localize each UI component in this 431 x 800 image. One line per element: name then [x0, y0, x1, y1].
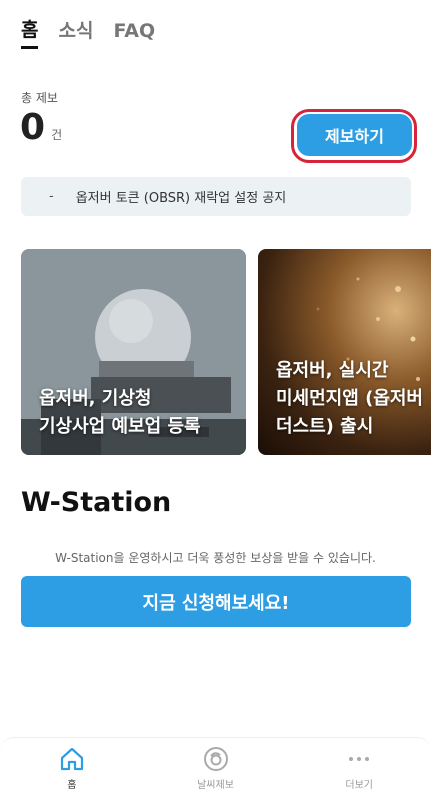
apply-button[interactable]: 지금 신청해보세요! [21, 576, 411, 627]
notice-dash: - [49, 189, 54, 204]
news-card-dust-title: 옵저버, 실시간 미세먼지앱 (옵저버 더스트) 출시 [276, 360, 423, 437]
notice-text: 옵저버 토큰 (OBSR) 재락업 설정 공지 [75, 191, 287, 206]
nav-label-weather-report: 날씨제보 [197, 780, 234, 791]
news-card-dust[interactable]: 옵저버, 실시간 미세먼지앱 (옵저버 더스트) 출시 [258, 249, 431, 455]
home-icon [60, 747, 83, 771]
nav-item-weather-report[interactable]: 날씨제보 [144, 738, 288, 800]
total-reports-count: 0 건 [20, 108, 62, 148]
tab-news[interactable]: 소식 [58, 15, 93, 49]
nav-label-home: 홈 [67, 780, 77, 791]
news-card-kma-title: 옵저버, 기상청 기상사업 예보업 등록 [39, 388, 201, 437]
notice-banner[interactable]: - 옵저버 토큰 (OBSR) 재락업 설정 공지 [21, 177, 411, 216]
nav-label-more: 더보기 [345, 780, 373, 791]
total-reports-unit: 건 [51, 128, 63, 142]
nav-item-more[interactable]: 더보기 [287, 738, 431, 800]
news-card-kma[interactable]: 옵저버, 기상청 기상사업 예보업 등록 [21, 249, 246, 455]
wstation-description: W-Station을 운영하시고 더욱 풍성한 보상을 받을 수 있습니다. [55, 551, 376, 565]
wstation-title: W-Station [21, 487, 172, 518]
report-button[interactable]: 제보하기 [297, 114, 412, 156]
tab-faq[interactable]: FAQ [113, 15, 155, 49]
top-tabs: 홈 소식 FAQ [21, 14, 155, 49]
tab-home[interactable]: 홈 [21, 14, 39, 49]
more-icon [349, 757, 370, 761]
bottom-nav: 홈 날씨제보 더보기 [0, 737, 431, 800]
weather-report-icon [203, 747, 228, 771]
total-reports-number: 0 [20, 107, 46, 148]
total-reports-label: 총 제보 [21, 91, 58, 105]
nav-item-home[interactable]: 홈 [0, 738, 144, 800]
